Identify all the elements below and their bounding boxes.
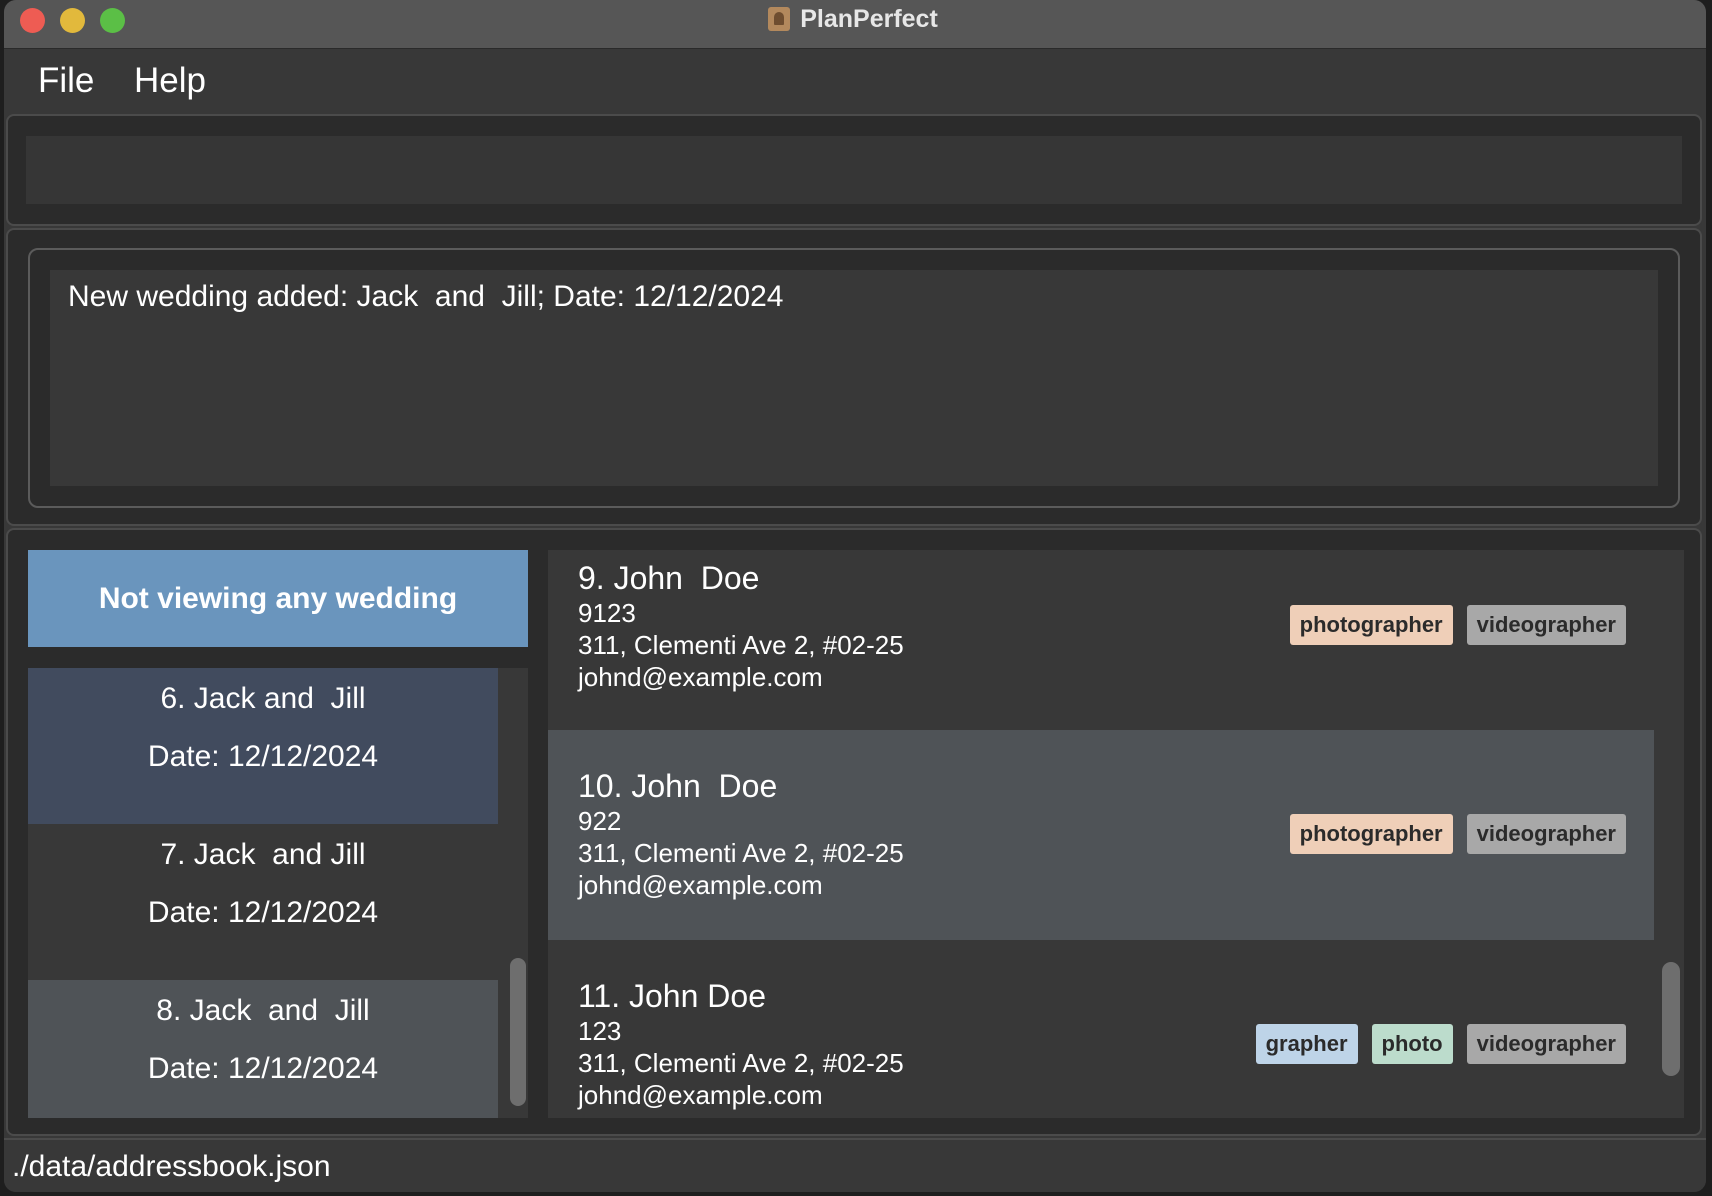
wedding-date: Date: 12/12/2024 (147, 896, 379, 929)
result-display-frame: New wedding added: Jack and Jill; Date: … (28, 248, 1680, 508)
window-title-group: PlanPerfect (4, 0, 1706, 38)
command-input[interactable] (26, 136, 1682, 204)
person-phone: 9123 (578, 598, 636, 628)
person-card[interactable]: 9. John Doe 9123 311, Clementi Ave 2, #0… (548, 550, 1654, 760)
wedding-date: Date: 12/12/2024 (147, 740, 379, 773)
menu-file[interactable]: File (38, 61, 94, 101)
person-list[interactable]: 9. John Doe 9123 311, Clementi Ave 2, #0… (548, 550, 1684, 1118)
wedding-card[interactable]: 8. Jack and Jill Date: 12/12/2024 (28, 980, 498, 1118)
person-email: johnd@example.com (578, 870, 823, 900)
app-window: PlanPerfect File Help New wedding added:… (4, 0, 1706, 1192)
person-email: johnd@example.com (578, 662, 823, 692)
status-bar: ./data/addressbook.json (4, 1138, 1706, 1192)
menu-help[interactable]: Help (134, 61, 206, 101)
wedding-name: 7. Jack and Jill (160, 838, 366, 871)
tag-label: photographer (1289, 605, 1453, 645)
person-address: 311, Clementi Ave 2, #02-25 (578, 1048, 904, 1078)
result-display[interactable]: New wedding added: Jack and Jill; Date: … (50, 270, 1658, 486)
tag-label: photo (1371, 1024, 1453, 1064)
person-tags: grapher photo videographer (1255, 1024, 1626, 1064)
tag-label: videographer (1466, 814, 1626, 854)
person-tags: photographer videographer (1289, 605, 1626, 645)
person-name: 11. John Doe (578, 978, 766, 1014)
person-list-scrollbar[interactable] (1662, 962, 1680, 1076)
person-email: johnd@example.com (578, 1080, 823, 1110)
person-name: 9. John Doe (578, 560, 760, 596)
person-card[interactable]: 11. John Doe 123 311, Clementi Ave 2, #0… (548, 940, 1654, 1118)
wedding-view-header: Not viewing any wedding (28, 550, 528, 647)
wedding-date: Date: 12/12/2024 (147, 1052, 379, 1085)
wedding-card[interactable]: 6. Jack and Jill Date: 12/12/2024 (28, 668, 498, 824)
tag-label: videographer (1466, 1024, 1626, 1064)
app-contact-icon (768, 7, 791, 31)
result-message: New wedding added: Jack and Jill; Date: … (68, 280, 784, 313)
person-address: 311, Clementi Ave 2, #02-25 (578, 838, 904, 868)
wedding-list-scrollbar[interactable] (510, 958, 526, 1106)
menu-bar: File Help (4, 49, 1706, 114)
person-tags: photographer videographer (1289, 814, 1626, 854)
tag-label: grapher (1255, 1024, 1358, 1064)
result-display-panel: New wedding added: Jack and Jill; Date: … (6, 228, 1702, 526)
person-phone: 922 (578, 806, 622, 836)
tag-label: videographer (1466, 605, 1626, 645)
wedding-name: 8. Jack and Jill (156, 994, 370, 1027)
person-address: 311, Clementi Ave 2, #02-25 (578, 630, 904, 660)
window-title: PlanPerfect (800, 4, 938, 33)
person-name: 10. John Doe (578, 768, 778, 804)
wedding-card[interactable]: 7. Jack and Jill Date: 12/12/2024 (28, 824, 498, 980)
data-file-path: ./data/addressbook.json (12, 1150, 331, 1183)
title-bar[interactable]: PlanPerfect (4, 0, 1706, 49)
person-card[interactable]: 10. John Doe 922 311, Clementi Ave 2, #0… (548, 730, 1654, 940)
lists-panel: Not viewing any wedding 6. Jack and Jill… (6, 528, 1702, 1136)
command-box (6, 114, 1702, 226)
wedding-name: 6. Jack and Jill (160, 682, 366, 715)
wedding-list[interactable]: 6. Jack and Jill Date: 12/12/2024 7. Jac… (28, 668, 528, 1118)
tag-label: photographer (1289, 814, 1453, 854)
person-phone: 123 (578, 1016, 622, 1046)
